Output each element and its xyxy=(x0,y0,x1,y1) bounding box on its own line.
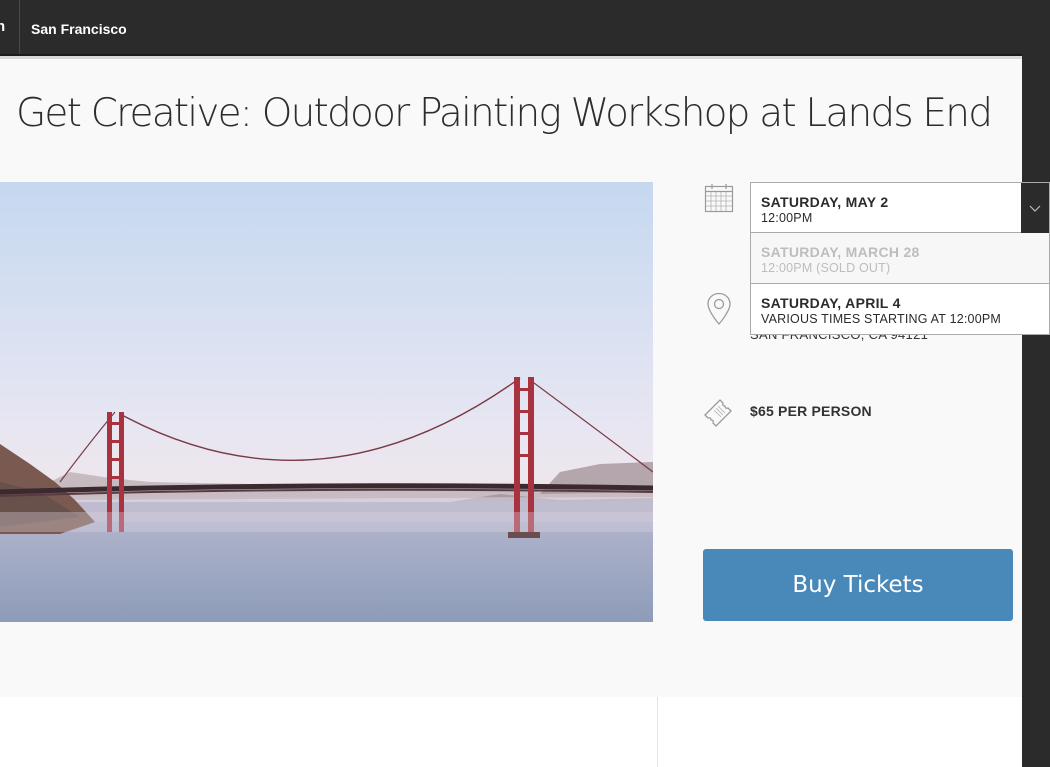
golden-gate-bridge-photo xyxy=(0,182,653,622)
calendar-icon xyxy=(704,183,734,218)
date-option-time: VARIOUS TIMES STARTING AT 12:00PM xyxy=(761,312,1001,326)
nav-divider xyxy=(19,0,20,55)
map-pin-icon xyxy=(706,292,732,331)
date-option-time: 12:00PM xyxy=(761,211,813,225)
event-title: Get Creative: Outdoor Painting Workshop … xyxy=(16,91,993,136)
nav-item-truncated[interactable]: n xyxy=(0,18,5,35)
ticket-price: $65 PER PERSON xyxy=(750,403,872,419)
date-select-dropdown[interactable]: SATURDAY, MAY 2 12:00PM SATURDAY, MARCH … xyxy=(750,182,1050,335)
date-option-date: SATURDAY, MARCH 28 xyxy=(761,244,920,260)
event-hero-image xyxy=(0,182,653,622)
buy-tickets-button[interactable]: Buy Tickets xyxy=(703,549,1013,621)
date-option-selected[interactable]: SATURDAY, MAY 2 12:00PM xyxy=(750,182,1050,234)
date-option-sold-out: SATURDAY, MARCH 28 12:00PM (SOLD OUT) xyxy=(750,233,1050,284)
date-option[interactable]: SATURDAY, APRIL 4 VARIOUS TIMES STARTING… xyxy=(750,284,1050,335)
date-option-date: SATURDAY, MAY 2 xyxy=(761,194,889,210)
event-page: Get Creative: Outdoor Painting Workshop … xyxy=(0,56,1022,767)
city-selector[interactable]: San Francisco xyxy=(31,21,127,37)
chevron-down-icon[interactable] xyxy=(1021,183,1049,234)
top-nav-bar: n San Francisco xyxy=(0,0,1050,56)
date-option-time: 12:00PM (SOLD OUT) xyxy=(761,261,891,275)
date-option-date: SATURDAY, APRIL 4 xyxy=(761,295,901,311)
ticket-icon xyxy=(702,397,734,434)
